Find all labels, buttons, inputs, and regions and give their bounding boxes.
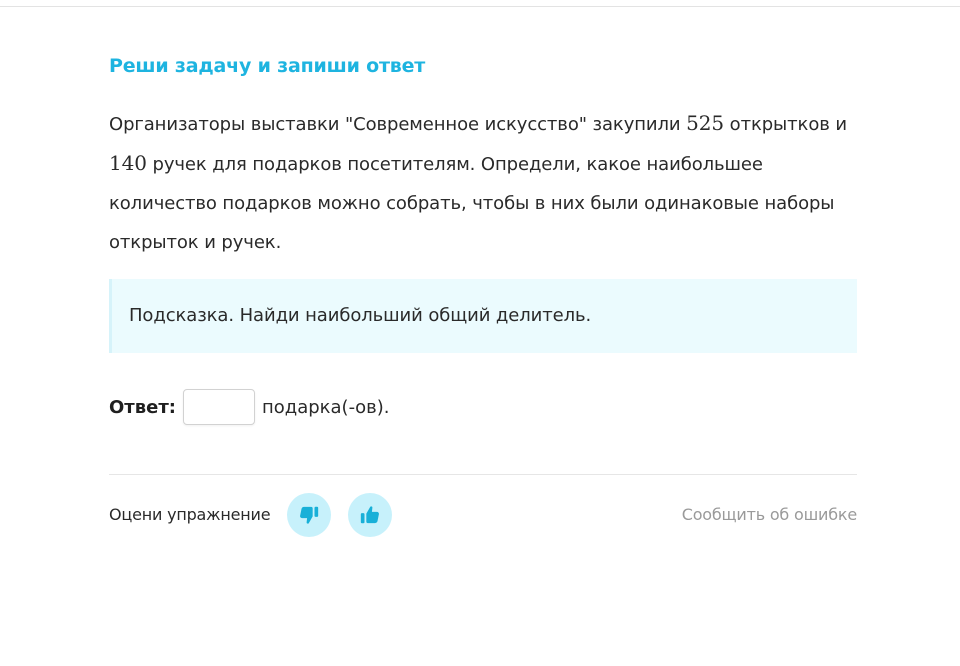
task-title: Реши задачу и запиши ответ xyxy=(109,55,426,77)
problem-text-part: Организаторы выставки "Современное искус… xyxy=(109,114,687,135)
thumbs-down-icon xyxy=(298,504,320,526)
thumbs-up-icon xyxy=(359,504,381,526)
answer-unit: подарка(-ов). xyxy=(261,396,390,418)
footer-divider xyxy=(109,474,857,475)
answer-input[interactable] xyxy=(182,389,255,425)
number-postcards: 525 xyxy=(686,111,725,135)
problem-text-part: открытков и xyxy=(724,114,847,135)
like-button[interactable] xyxy=(348,493,392,537)
report-error-link[interactable]: Сообщить об ошибке xyxy=(682,505,857,524)
dislike-button[interactable] xyxy=(287,493,331,537)
problem-text: Организаторы выставки "Современное искус… xyxy=(109,104,857,262)
answer-label: Ответ: xyxy=(109,396,176,418)
hint-box: Подсказка. Найди наибольший общий делите… xyxy=(109,279,857,353)
top-divider xyxy=(0,6,960,7)
problem-text-part: ручек для подарков посетителям. Определи… xyxy=(109,154,835,253)
rate-label: Оцени упражнение xyxy=(109,505,271,524)
hint-text: Подсказка. Найди наибольший общий делите… xyxy=(129,305,592,326)
answer-row: Ответ: подарка(-ов). xyxy=(109,389,389,425)
number-pens: 140 xyxy=(109,151,147,175)
